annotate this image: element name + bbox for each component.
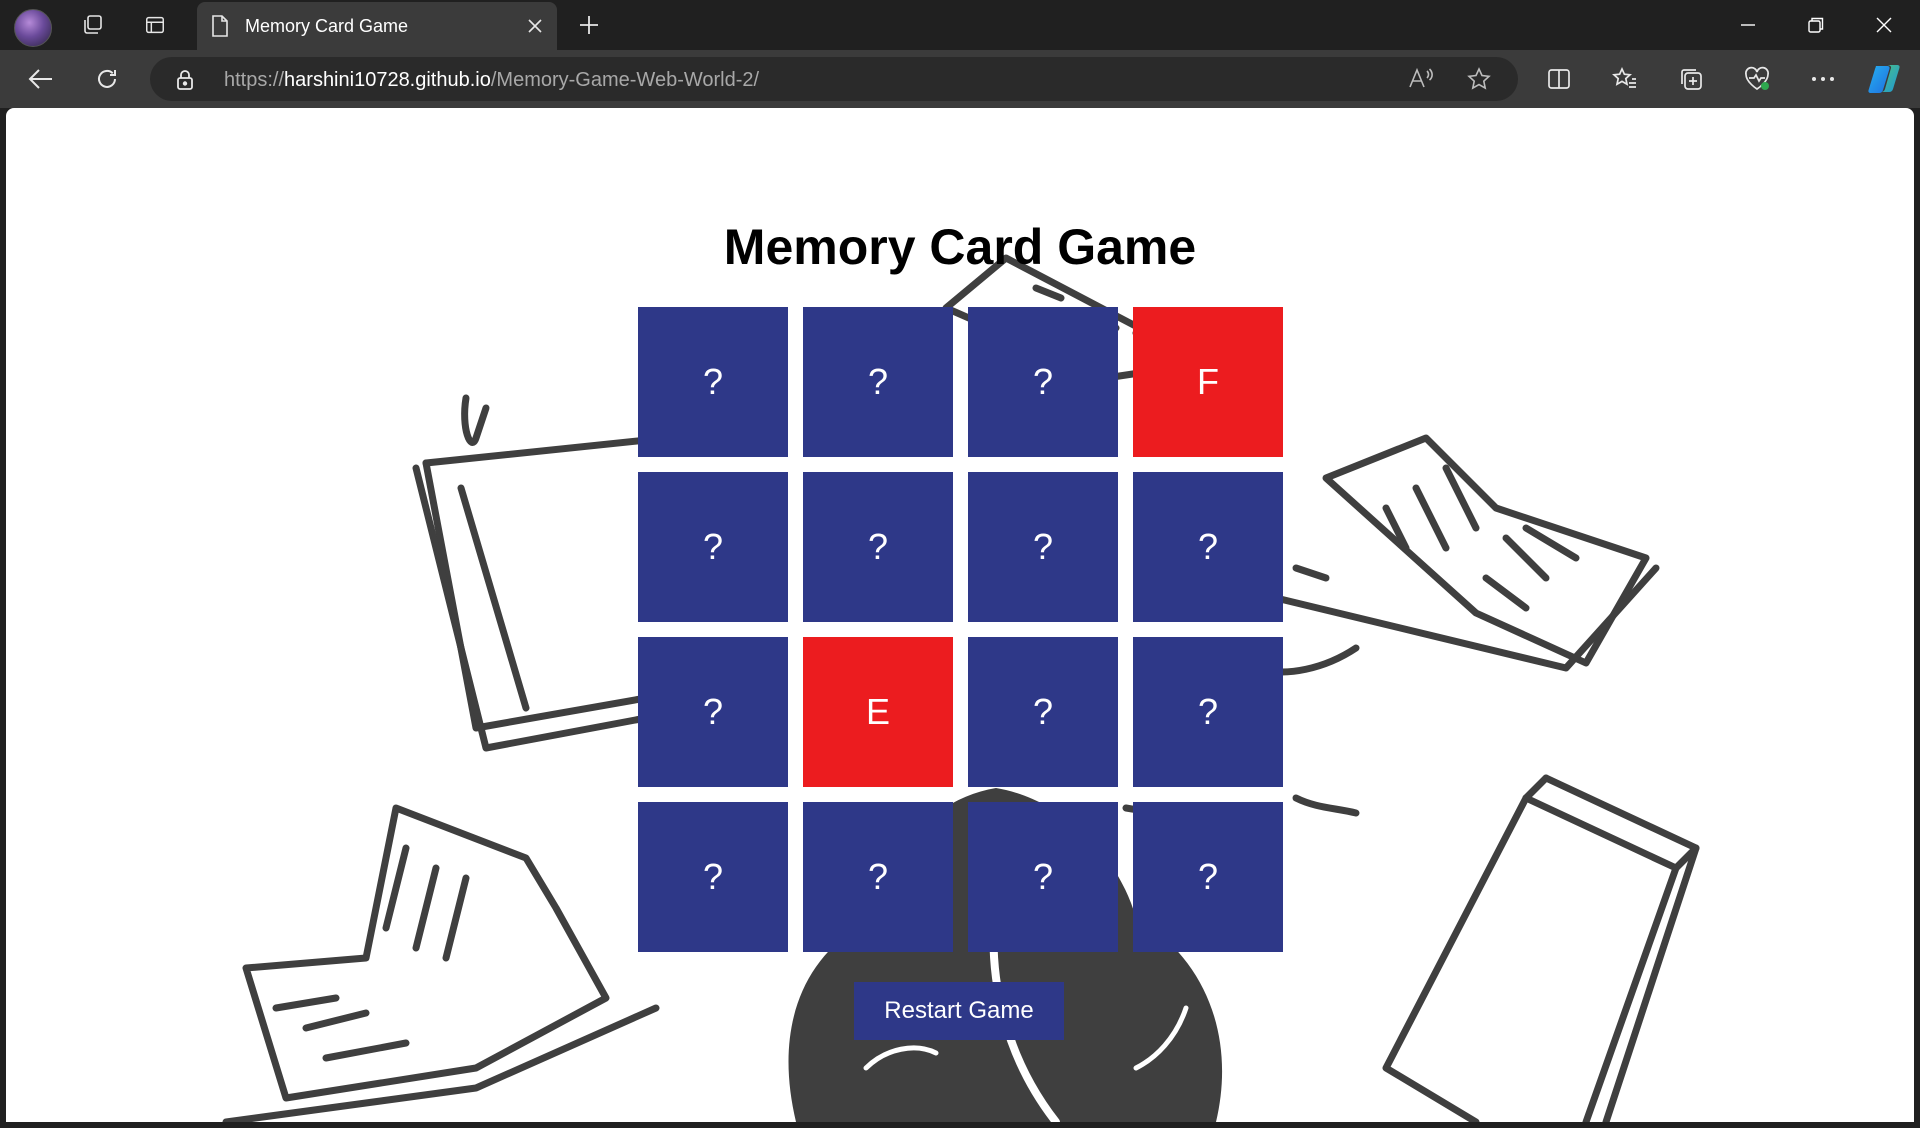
favorite-star-icon[interactable] bbox=[1460, 61, 1498, 97]
card-board: ? ? ? F ? ? ? ? ? E ? ? ? ? ? ? bbox=[638, 307, 1283, 952]
game-title: Memory Card Game bbox=[723, 219, 1197, 275]
restore-icon[interactable] bbox=[1782, 0, 1850, 50]
browser-essentials-icon[interactable] bbox=[1738, 61, 1776, 97]
page-viewport: Memory Card Game ? ? ? F ? ? ? ? ? E ? ?… bbox=[6, 108, 1914, 1122]
tab-strip: Memory Card Game bbox=[0, 0, 1920, 50]
card[interactable]: ? bbox=[638, 802, 788, 952]
close-tab-icon[interactable] bbox=[523, 14, 547, 38]
card[interactable]: ? bbox=[968, 802, 1118, 952]
new-tab-icon[interactable] bbox=[572, 8, 606, 42]
card[interactable]: ? bbox=[638, 637, 788, 787]
card-flipped[interactable]: E bbox=[803, 637, 953, 787]
card[interactable]: ? bbox=[638, 472, 788, 622]
collections-icon[interactable] bbox=[1672, 61, 1710, 97]
close-window-icon[interactable] bbox=[1850, 0, 1918, 50]
profile-avatar[interactable] bbox=[14, 9, 52, 47]
page-icon bbox=[211, 15, 229, 42]
browser-toolbar: https://harshini10728.github.io/Memory-G… bbox=[0, 50, 1920, 108]
restart-game-button[interactable]: Restart Game bbox=[854, 982, 1064, 1040]
card[interactable]: ? bbox=[803, 472, 953, 622]
tab-title: Memory Card Game bbox=[245, 16, 409, 36]
copilot-icon[interactable] bbox=[1866, 61, 1904, 97]
card[interactable]: ? bbox=[968, 472, 1118, 622]
card[interactable]: ? bbox=[1133, 637, 1283, 787]
card[interactable]: ? bbox=[1133, 802, 1283, 952]
favorites-icon[interactable] bbox=[1606, 61, 1644, 97]
split-screen-icon[interactable] bbox=[1540, 61, 1578, 97]
tab-actions-icon[interactable] bbox=[138, 8, 172, 42]
tab-memory-card-game[interactable]: Memory Card Game bbox=[197, 2, 557, 50]
card-flipped[interactable]: F bbox=[1133, 307, 1283, 457]
card[interactable]: ? bbox=[803, 307, 953, 457]
url-text[interactable]: https://harshini10728.github.io/Memory-G… bbox=[224, 69, 759, 92]
card[interactable]: ? bbox=[968, 307, 1118, 457]
read-aloud-icon[interactable] bbox=[1402, 61, 1440, 97]
card[interactable]: ? bbox=[968, 637, 1118, 787]
back-icon[interactable] bbox=[22, 61, 60, 97]
address-bar[interactable]: https://harshini10728.github.io/Memory-G… bbox=[150, 57, 1518, 101]
refresh-icon[interactable] bbox=[88, 61, 126, 97]
minimize-icon[interactable] bbox=[1714, 0, 1782, 50]
lock-icon[interactable] bbox=[176, 69, 194, 96]
more-options-icon[interactable] bbox=[1804, 61, 1842, 97]
card[interactable]: ? bbox=[1133, 472, 1283, 622]
card[interactable]: ? bbox=[638, 307, 788, 457]
workspaces-icon[interactable] bbox=[76, 8, 110, 42]
card[interactable]: ? bbox=[803, 802, 953, 952]
